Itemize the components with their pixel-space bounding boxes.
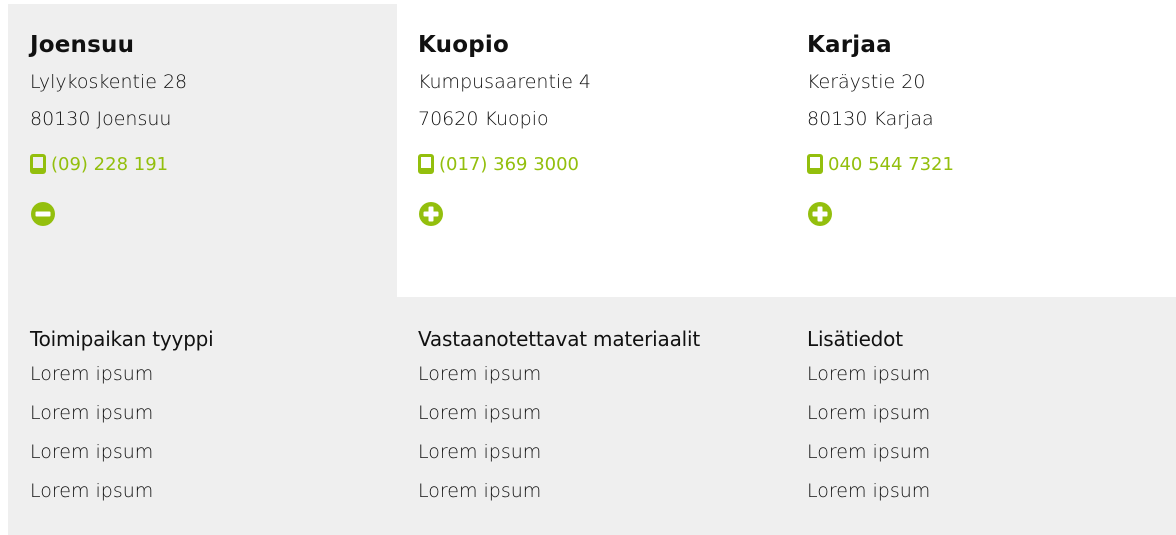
phone-number: (017) 369 3000 [439,153,580,175]
list-item: Lorem ipsum [418,441,542,463]
details-heading: Lisätiedot [807,327,903,351]
location-card-kuopio: Kuopio Kumpusaarentie 4 70620 Kuopio (01… [418,30,778,227]
details-heading: Toimipaikan tyyppi [30,327,214,351]
location-card-karjaa: Karjaa Keräystie 20 80130 Karjaa 040 544… [807,30,1167,227]
plus-circle-icon[interactable] [807,201,833,227]
phone-link[interactable]: (017) 369 3000 [418,151,778,177]
location-name: Joensuu [30,32,135,58]
details-list: Lorem ipsum Lorem ipsum Lorem ipsum Lore… [30,361,400,504]
location-name: Kuopio [418,32,509,58]
details-heading: Vastaanotettavat materiaalit [418,327,700,351]
list-item: Lorem ipsum [30,363,154,385]
list-item: Lorem ipsum [807,402,931,424]
location-name: Karjaa [807,32,892,58]
mobile-phone-icon [30,154,46,174]
list-item: Lorem ipsum [418,402,542,424]
location-city: 70620 Kuopio [418,108,549,130]
list-item: Lorem ipsum [30,480,154,502]
phone-link[interactable]: 040 544 7321 [807,151,1167,177]
mobile-phone-icon [418,154,434,174]
phone-link[interactable]: (09) 228 191 [30,151,390,177]
list-item: Lorem ipsum [807,441,931,463]
location-city: 80130 Joensuu [30,108,172,130]
location-street: Lylykoskentie 28 [30,71,188,93]
mobile-phone-icon [807,154,823,174]
location-city: 80130 Karjaa [807,108,934,130]
details-list: Lorem ipsum Lorem ipsum Lorem ipsum Lore… [418,361,788,504]
details-column-materials: Vastaanotettavat materiaalit Lorem ipsum… [418,325,788,517]
list-item: Lorem ipsum [807,363,931,385]
list-item: Lorem ipsum [30,441,154,463]
plus-circle-icon[interactable] [418,201,444,227]
location-street: Keräystie 20 [807,71,926,93]
phone-number: (09) 228 191 [51,153,169,175]
location-card-joensuu: Joensuu Lylykoskentie 28 80130 Joensuu (… [30,30,390,227]
phone-number: 040 544 7321 [828,153,954,175]
list-item: Lorem ipsum [418,480,542,502]
list-item: Lorem ipsum [418,363,542,385]
details-column-type: Toimipaikan tyyppi Lorem ipsum Lorem ips… [30,325,400,517]
location-street: Kumpusaarentie 4 [418,71,592,93]
list-item: Lorem ipsum [30,402,154,424]
details-list: Lorem ipsum Lorem ipsum Lorem ipsum Lore… [807,361,1176,504]
minus-circle-icon[interactable] [30,201,56,227]
list-item: Lorem ipsum [807,480,931,502]
details-column-extra-info: Lisätiedot Lorem ipsum Lorem ipsum Lorem… [807,325,1176,517]
